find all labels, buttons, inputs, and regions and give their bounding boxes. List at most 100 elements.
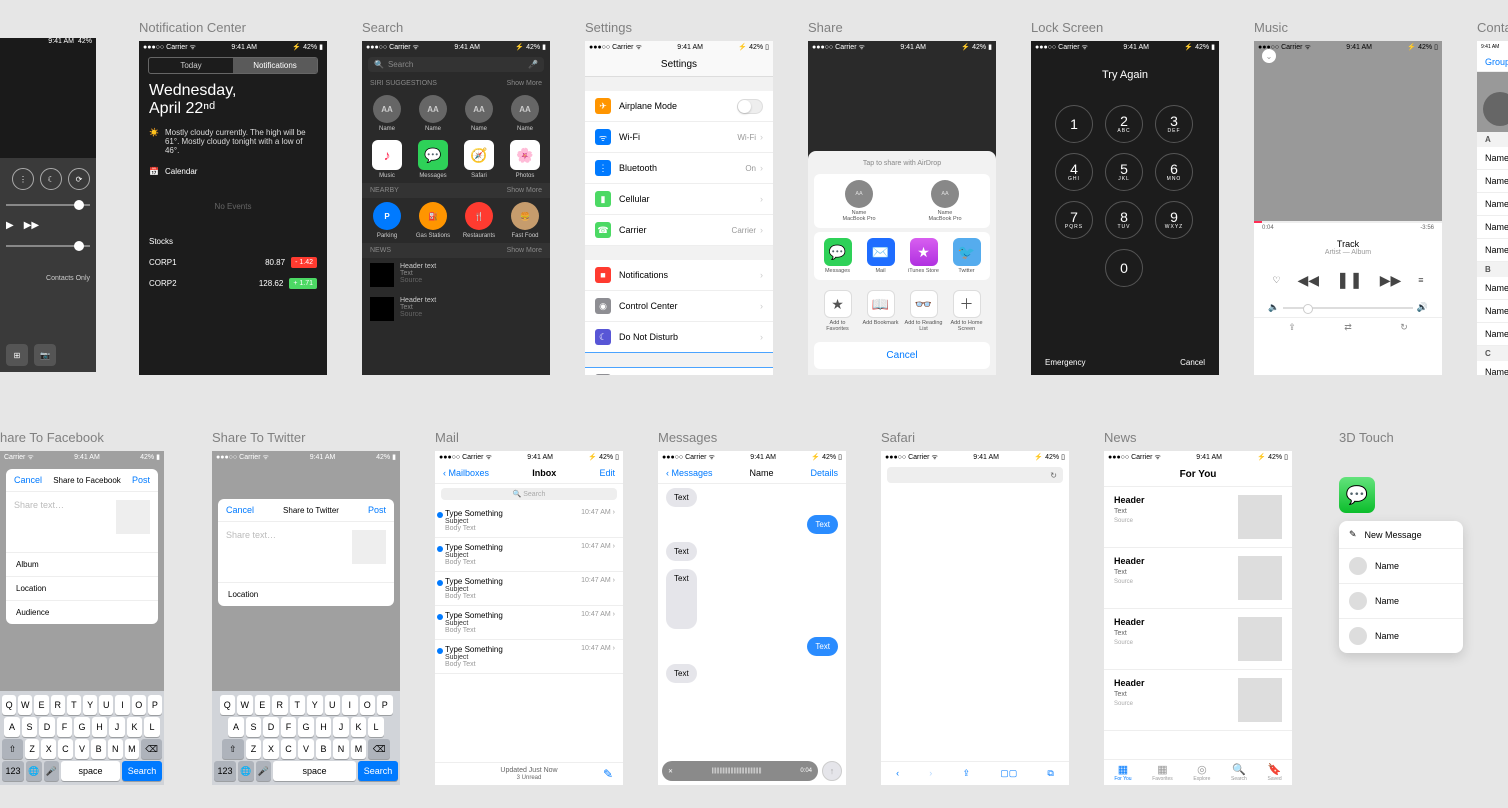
key[interactable]: V — [298, 739, 314, 759]
settings-row[interactable]: ✈Airplane Mode — [585, 91, 773, 122]
compose-icon[interactable]: ✎ — [603, 767, 613, 781]
settings-row[interactable]: ◉Control Center› — [585, 291, 773, 322]
nearby-category[interactable]: 🍴Restaurants — [459, 202, 499, 239]
volume-slider[interactable] — [6, 245, 90, 247]
contact-row[interactable]: Name — [1477, 216, 1508, 239]
settings-row[interactable]: ᯤWi-FiWi-Fi› — [585, 122, 773, 153]
repeat-icon[interactable]: ↻ — [1400, 322, 1408, 333]
key[interactable]: C — [281, 739, 297, 759]
key[interactable]: A — [4, 717, 20, 737]
rotation-lock[interactable]: ⟳ — [68, 168, 90, 190]
msg-back[interactable]: ‹ Messages — [666, 468, 713, 478]
settings-row[interactable]: ▮Cellular› — [585, 184, 773, 215]
contact-row[interactable]: Name — [1477, 170, 1508, 193]
key[interactable]: A — [228, 717, 244, 737]
contact-row[interactable]: Name — [1477, 323, 1508, 346]
tw-field[interactable]: Location — [218, 582, 394, 606]
key[interactable]: W — [237, 695, 253, 715]
key[interactable]: O — [132, 695, 146, 715]
key[interactable]: W — [18, 695, 32, 715]
globe-key[interactable]: 🌐 — [26, 761, 42, 781]
mail-back[interactable]: ‹ Mailboxes — [443, 468, 489, 478]
mail-search[interactable]: 🔍 Search — [441, 488, 617, 500]
calculator-icon[interactable]: ⊞ — [6, 344, 28, 366]
audio-waveform[interactable]: ✕||||||||||||||||||||||||||||||||0:04 — [662, 761, 818, 781]
key[interactable]: F — [281, 717, 297, 737]
mail-item[interactable]: Type Something10:47 AM ›SubjectBody Text — [435, 538, 623, 572]
key[interactable]: P — [148, 695, 162, 715]
mic-key[interactable]: 🎤 — [44, 761, 60, 781]
mail-edit[interactable]: Edit — [599, 468, 615, 478]
show-more[interactable]: Show More — [507, 247, 542, 254]
key[interactable]: N — [333, 739, 349, 759]
app-suggestion[interactable]: 💬Messages — [413, 140, 453, 179]
shuffle-icon[interactable]: ⇄ — [1344, 322, 1352, 333]
key[interactable]: Y — [83, 695, 97, 715]
key[interactable]: B — [316, 739, 332, 759]
search-input[interactable]: 🔍Search🎤 — [368, 57, 544, 72]
key[interactable]: H — [92, 717, 108, 737]
siri-suggestion[interactable]: AAName — [505, 95, 545, 132]
toggle[interactable] — [737, 99, 763, 114]
key[interactable]: X — [41, 739, 56, 759]
settings-row[interactable]: ☎CarrierCarrier› — [585, 215, 773, 246]
search-key[interactable]: Search — [358, 761, 398, 781]
settings-row[interactable]: ⋮BluetoothOn› — [585, 153, 773, 184]
key[interactable]: B — [91, 739, 106, 759]
key[interactable]: L — [368, 717, 384, 737]
keyboard[interactable]: QWERTYUIOPASDFGHJKL⇧ZXCVBNM⌫123🌐🎤spaceSe… — [212, 691, 400, 785]
search-key[interactable]: Search — [122, 761, 162, 781]
bluetooth-toggle[interactable]: ⋮ — [12, 168, 34, 190]
shift-key[interactable]: ⇧ — [222, 739, 244, 759]
keypad-5[interactable]: 5JKL — [1105, 153, 1143, 191]
num-key[interactable]: 123 — [214, 761, 236, 781]
news-item[interactable]: HeaderTextSource — [1104, 609, 1292, 670]
camera-icon[interactable]: 📷 — [34, 344, 56, 366]
more-icon[interactable]: ≡ — [1418, 275, 1423, 285]
news-tab[interactable]: 🔖Saved — [1267, 763, 1281, 782]
mic-key[interactable]: 🎤 — [256, 761, 272, 781]
keypad-1[interactable]: 1 — [1055, 105, 1093, 143]
emergency[interactable]: Emergency — [1045, 358, 1085, 367]
key[interactable]: J — [109, 717, 125, 737]
key[interactable]: U — [325, 695, 341, 715]
key[interactable]: Q — [220, 695, 236, 715]
app-suggestion[interactable]: 🧭Safari — [459, 140, 499, 179]
key[interactable]: T — [290, 695, 306, 715]
share-action[interactable]: ＋Add to Home Screen — [947, 290, 987, 332]
key[interactable]: D — [39, 717, 55, 737]
key[interactable]: O — [360, 695, 376, 715]
fb-textarea[interactable]: Share text… — [14, 500, 64, 544]
siri-suggestion[interactable]: AAName — [413, 95, 453, 132]
news-tab[interactable]: ▦Favorites — [1152, 763, 1173, 782]
prev-icon[interactable]: ◀◀ — [1297, 272, 1319, 289]
key[interactable]: U — [99, 695, 113, 715]
share-app[interactable]: 💬Messages — [818, 238, 858, 274]
airdrop-target[interactable]: AANameMacBook Pro — [925, 180, 965, 222]
key[interactable]: M — [351, 739, 367, 759]
forward-icon[interactable]: ▶▶ — [24, 220, 39, 231]
key[interactable]: H — [316, 717, 332, 737]
key[interactable]: Z — [25, 739, 40, 759]
key[interactable]: K — [127, 717, 143, 737]
keypad-0[interactable]: 0 — [1105, 249, 1143, 287]
backspace-key[interactable]: ⌫ — [368, 739, 390, 759]
nearby-category[interactable]: ⛽Gas Stations — [413, 202, 453, 239]
quick-contact[interactable]: Name — [1339, 549, 1463, 584]
tabs-icon[interactable]: ⧉ — [1047, 768, 1053, 779]
key[interactable]: T — [67, 695, 81, 715]
url-bar[interactable]: ↻ — [887, 467, 1063, 483]
keypad-7[interactable]: 7PQRS — [1055, 201, 1093, 239]
keypad-9[interactable]: 9WXYZ — [1155, 201, 1193, 239]
keypad-4[interactable]: 4GHI — [1055, 153, 1093, 191]
mic-icon[interactable]: 🎤 — [528, 60, 538, 69]
key[interactable]: D — [263, 717, 279, 737]
space-key[interactable]: space — [61, 761, 120, 781]
contact-row[interactable]: Name — [1477, 239, 1508, 262]
brightness-slider[interactable] — [6, 204, 90, 206]
key[interactable]: V — [75, 739, 90, 759]
key[interactable]: E — [34, 695, 48, 715]
fb-field[interactable]: Audience — [6, 600, 158, 624]
key[interactable]: F — [57, 717, 73, 737]
next-icon[interactable]: ▶▶ — [1380, 272, 1402, 289]
